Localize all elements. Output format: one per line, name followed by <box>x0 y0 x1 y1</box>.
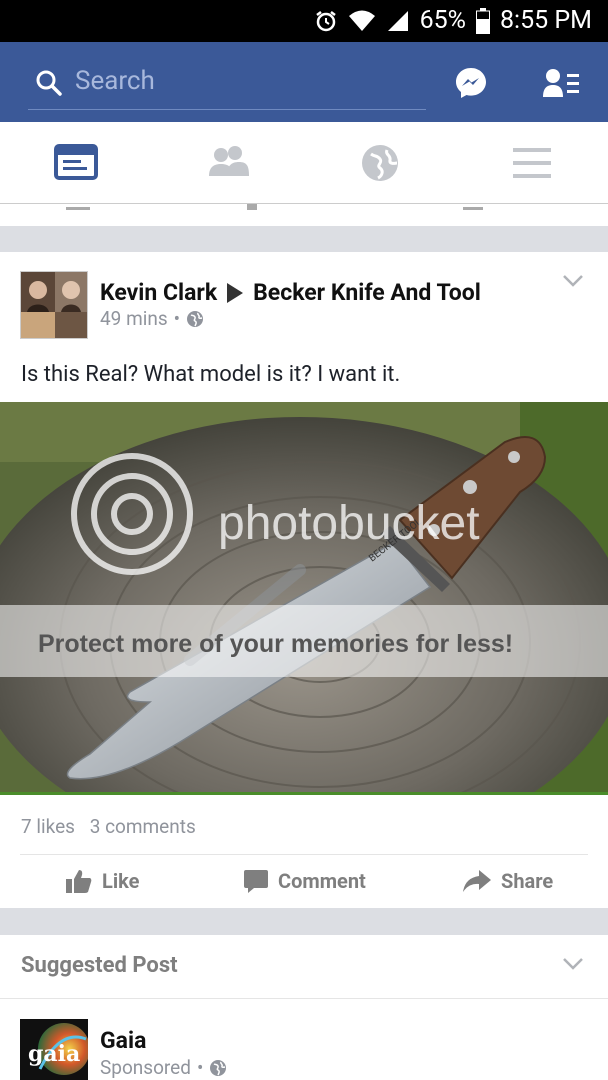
post-header: Kevin Clark Becker Knife And Tool <box>100 279 481 306</box>
search-icon <box>36 70 62 96</box>
news-feed-icon[interactable] <box>54 142 100 184</box>
search-input[interactable]: Search <box>28 64 426 110</box>
target-page-name[interactable]: Becker Knife And Tool <box>253 279 481 306</box>
signal-icon <box>387 10 408 31</box>
watermark-tagline: Protect more of your memories for less! <box>38 630 513 658</box>
post-actions: Like Comment Share <box>0 857 608 907</box>
comments-count[interactable]: 3 comments <box>90 815 196 838</box>
author-avatar[interactable] <box>20 271 88 339</box>
watermark-brand: photobucket <box>218 497 480 550</box>
top-app-bar: Search <box>0 42 608 122</box>
thumbs-up-icon <box>66 870 92 893</box>
share-button[interactable]: Share <box>463 869 553 893</box>
post-photo[interactable]: BECKER TOOL photobucket Protect more of … <box>0 402 608 795</box>
post-stats: 7 likes 3 comments <box>21 815 206 838</box>
battery-percent: 65% <box>419 6 466 35</box>
sponsor-meta: Sponsored • <box>100 1056 227 1079</box>
clock: 8:55 PM <box>499 6 592 35</box>
previous-post-peek <box>0 204 608 226</box>
author-name[interactable]: Kevin Clark <box>100 279 217 306</box>
alarm-icon <box>315 10 336 31</box>
comment-icon <box>244 870 268 893</box>
gaia-logo[interactable]: gaia <box>20 1019 88 1080</box>
notifications-globe-icon[interactable] <box>357 142 403 184</box>
chevron-down-icon[interactable] <box>562 274 584 288</box>
search-placeholder: Search <box>75 66 155 96</box>
navigation-tabs <box>0 122 608 204</box>
share-label: Share <box>501 869 554 893</box>
like-label: Like <box>102 869 140 893</box>
post-time[interactable]: 49 mins <box>100 307 168 330</box>
divider <box>0 998 608 999</box>
post-text: Is this Real? What model is it? I want i… <box>21 362 401 387</box>
post-card: Kevin Clark Becker Knife And Tool 49 min… <box>0 252 608 908</box>
messenger-icon[interactable] <box>454 66 488 100</box>
chevron-down-icon[interactable] <box>562 957 584 971</box>
gaia-logo-text: gaia <box>28 1041 80 1067</box>
sponsored-label: Sponsored <box>100 1056 191 1079</box>
arrow-right-icon <box>227 282 244 303</box>
likes-count[interactable]: 7 likes <box>21 815 75 838</box>
wifi-icon <box>348 10 375 31</box>
share-arrow-icon <box>463 870 491 892</box>
sponsor-name[interactable]: Gaia <box>100 1027 146 1054</box>
suggested-heading: Suggested Post <box>21 953 178 978</box>
like-button[interactable]: Like <box>66 869 139 893</box>
divider <box>20 854 588 855</box>
menu-icon[interactable] <box>509 142 555 184</box>
public-globe-icon <box>187 310 204 327</box>
comment-label: Comment <box>278 869 366 893</box>
suggested-post-card: Suggested Post gaia Gaia Sponsored • <box>0 935 608 1080</box>
public-globe-icon <box>210 1059 227 1076</box>
friend-requests-icon[interactable] <box>543 67 581 101</box>
comment-button[interactable]: Comment <box>244 869 366 893</box>
post-meta: 49 mins • <box>100 307 204 330</box>
battery-icon <box>475 7 490 34</box>
groups-icon[interactable] <box>205 142 251 184</box>
status-bar: 65% 8:55 PM <box>0 0 608 42</box>
